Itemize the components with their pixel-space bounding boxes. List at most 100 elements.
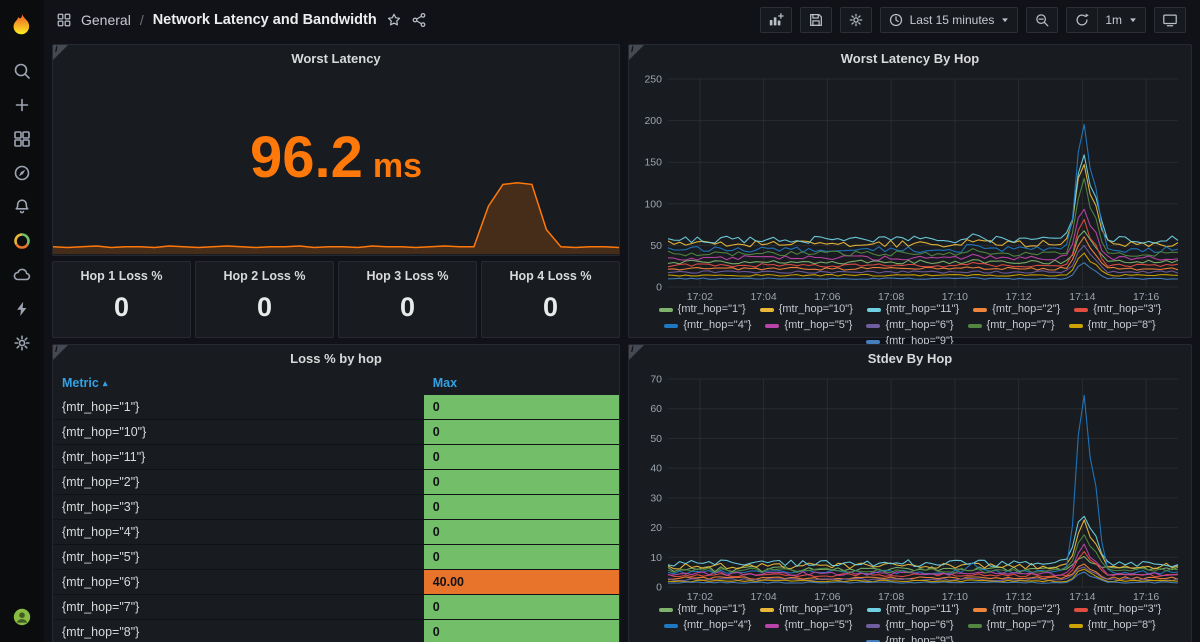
metric-cell: {mtr_hop="4"}: [62, 525, 140, 539]
explore-compass-icon[interactable]: [0, 156, 44, 190]
legend-item[interactable]: {mtr_hop="2"}: [973, 303, 1060, 316]
legend-item[interactable]: {mtr_hop="5"}: [765, 319, 852, 332]
svg-text:17:06: 17:06: [814, 291, 840, 303]
legend-marker: [973, 307, 988, 312]
grafana-logo[interactable]: [0, 4, 44, 48]
legend-label: {mtr_hop="4"}: [683, 619, 752, 631]
table-body: {mtr_hop="1"} 0 {mtr_hop="10"} 0 {mtr_hop="1…: [53, 395, 619, 642]
legend-item[interactable]: {mtr_hop="2"}: [973, 603, 1060, 616]
svg-text:17:06: 17:06: [814, 591, 840, 603]
panel-title-loss-by-hop[interactable]: Loss % by hop: [53, 345, 619, 371]
metric-cell: {mtr_hop="11"}: [62, 450, 146, 464]
legend-item[interactable]: {mtr_hop="7"}: [967, 319, 1055, 332]
svg-text:50: 50: [650, 433, 662, 445]
avatar-icon[interactable]: [0, 600, 44, 634]
legend-item[interactable]: {mtr_hop="7"}: [967, 619, 1055, 632]
panel-info-icon[interactable]: i: [629, 344, 644, 360]
legend-label: {mtr_hop="8"}: [1087, 619, 1156, 631]
svg-text:17:14: 17:14: [1069, 291, 1095, 303]
time-range-button[interactable]: Last 15 minutes: [879, 7, 1019, 33]
legend-item[interactable]: {mtr_hop="9"}: [866, 635, 954, 642]
panel-info-icon[interactable]: i: [53, 44, 68, 60]
legend-marker: [1074, 307, 1089, 312]
alerting-bell-icon[interactable]: [0, 190, 44, 224]
legend-label: {mtr_hop="7"}: [986, 319, 1055, 331]
clock-icon: [888, 12, 904, 28]
legend-item[interactable]: {mtr_hop="6"}: [866, 619, 954, 632]
legend-marker: [1068, 623, 1083, 628]
legend-marker: [967, 323, 982, 328]
zoom-out-button[interactable]: [1026, 7, 1059, 33]
star-icon[interactable]: [386, 12, 402, 28]
panel-title-stdev-by-hop[interactable]: Stdev By Hop: [629, 345, 1191, 371]
max-cell: 0: [423, 520, 619, 544]
panel-info-icon[interactable]: i: [629, 44, 644, 60]
stat-panel-hop-2-loss: Hop 2 Loss % 0: [195, 261, 334, 338]
cloud-icon[interactable]: [0, 258, 44, 292]
panel-title[interactable]: Hop 1 Loss %: [53, 262, 190, 283]
legend-item[interactable]: {mtr_hop="1"}: [658, 303, 746, 316]
legend-label: {mtr_hop="3"}: [1093, 603, 1162, 615]
breadcrumb: General / Network Latency and Bandwidth: [56, 12, 427, 28]
max-cell: 0: [423, 595, 619, 619]
legend-item[interactable]: {mtr_hop="11"}: [866, 603, 959, 616]
legend-item[interactable]: {mtr_hop="3"}: [1074, 603, 1161, 616]
panel-title[interactable]: Hop 2 Loss %: [196, 262, 333, 283]
apps-grid-icon[interactable]: [56, 12, 72, 28]
svg-text:70: 70: [650, 374, 662, 386]
legend-item[interactable]: {mtr_hop="1"}: [658, 603, 746, 616]
legend-marker: [664, 323, 679, 328]
bolt-icon[interactable]: [0, 292, 44, 326]
panel-title-worst-latency-by-hop[interactable]: Worst Latency By Hop: [629, 45, 1191, 71]
legend-item[interactable]: {mtr_hop="8"}: [1068, 619, 1156, 632]
panel-title[interactable]: Hop 4 Loss %: [482, 262, 619, 283]
panel-title-worst-latency[interactable]: Worst Latency: [53, 45, 619, 71]
add-panel-button[interactable]: [759, 7, 792, 33]
dashboards-icon[interactable]: [0, 122, 44, 156]
column-header-max[interactable]: Max: [424, 376, 619, 390]
legend-item[interactable]: {mtr_hop="4"}: [664, 319, 751, 332]
legend-label: {mtr_hop="4"}: [683, 319, 752, 331]
panel-info-icon[interactable]: i: [53, 344, 68, 360]
legend-marker: [658, 607, 673, 612]
max-cell: 40.00: [423, 570, 619, 594]
panel-worst-latency-by-hop: i Worst Latency By Hop 0 50 100 150 200 250 17…: [628, 44, 1192, 347]
stdev-chart-canvas[interactable]: 0 10 20 30 40 50 60 70 17:02 17:04 17:06 17:08 17:10…: [636, 371, 1184, 603]
refresh-interval-button[interactable]: 1m: [1098, 7, 1146, 33]
plus-icon[interactable]: [0, 88, 44, 122]
cycle-view-mode-button[interactable]: [1154, 7, 1186, 33]
svg-text:17:16: 17:16: [1133, 591, 1159, 603]
dashboard-settings-button[interactable]: [839, 7, 872, 33]
legend-item[interactable]: {mtr_hop="10"}: [759, 303, 853, 316]
refresh-button[interactable]: [1066, 7, 1099, 33]
legend-item[interactable]: {mtr_hop="10"}: [759, 603, 853, 616]
gear-icon[interactable]: [0, 326, 44, 360]
column-header-metric[interactable]: Metric ▴: [53, 376, 424, 390]
search-icon[interactable]: [0, 54, 44, 88]
breadcrumb-folder[interactable]: General: [81, 12, 131, 28]
panel-loss-by-hop: i Loss % by hop Metric ▴ Max {mtr_hop="1…: [52, 344, 620, 642]
legend-item[interactable]: {mtr_hop="3"}: [1074, 303, 1161, 316]
legend-marker: [866, 307, 881, 312]
info-letter: i: [631, 44, 634, 54]
panel-stdev-by-hop: i Stdev By Hop 0 10 20 30 40 50 60 70 17:02 17:04…: [628, 344, 1192, 642]
latency-chart-canvas[interactable]: 0 50 100 150 200 250 17:02 17:04 17:06 17:08 17:10…: [636, 71, 1184, 303]
sidebar-bottom: [0, 600, 44, 634]
legend-marker: [765, 323, 780, 328]
app-plugin-icon[interactable]: [0, 224, 44, 258]
legend-label: {mtr_hop="8"}: [1087, 319, 1156, 331]
svg-text:100: 100: [644, 198, 662, 210]
share-icon[interactable]: [411, 12, 427, 28]
save-dashboard-button[interactable]: [799, 7, 832, 33]
legend-item[interactable]: {mtr_hop="11"}: [866, 303, 959, 316]
legend-item[interactable]: {mtr_hop="8"}: [1068, 319, 1156, 332]
time-range-label: Last 15 minutes: [909, 13, 995, 27]
svg-text:17:04: 17:04: [750, 291, 776, 303]
legend-label: {mtr_hop="1"}: [677, 603, 746, 615]
legend-item[interactable]: {mtr_hop="6"}: [866, 319, 954, 332]
max-cell: 0: [423, 395, 619, 419]
legend-item[interactable]: {mtr_hop="5"}: [765, 619, 852, 632]
panel-title[interactable]: Hop 3 Loss %: [339, 262, 476, 283]
hop-stats-row: Hop 1 Loss % 0 Hop 2 Loss % 0 Hop 3 Loss % 0 H…: [52, 261, 620, 338]
legend-item[interactable]: {mtr_hop="4"}: [664, 619, 751, 632]
